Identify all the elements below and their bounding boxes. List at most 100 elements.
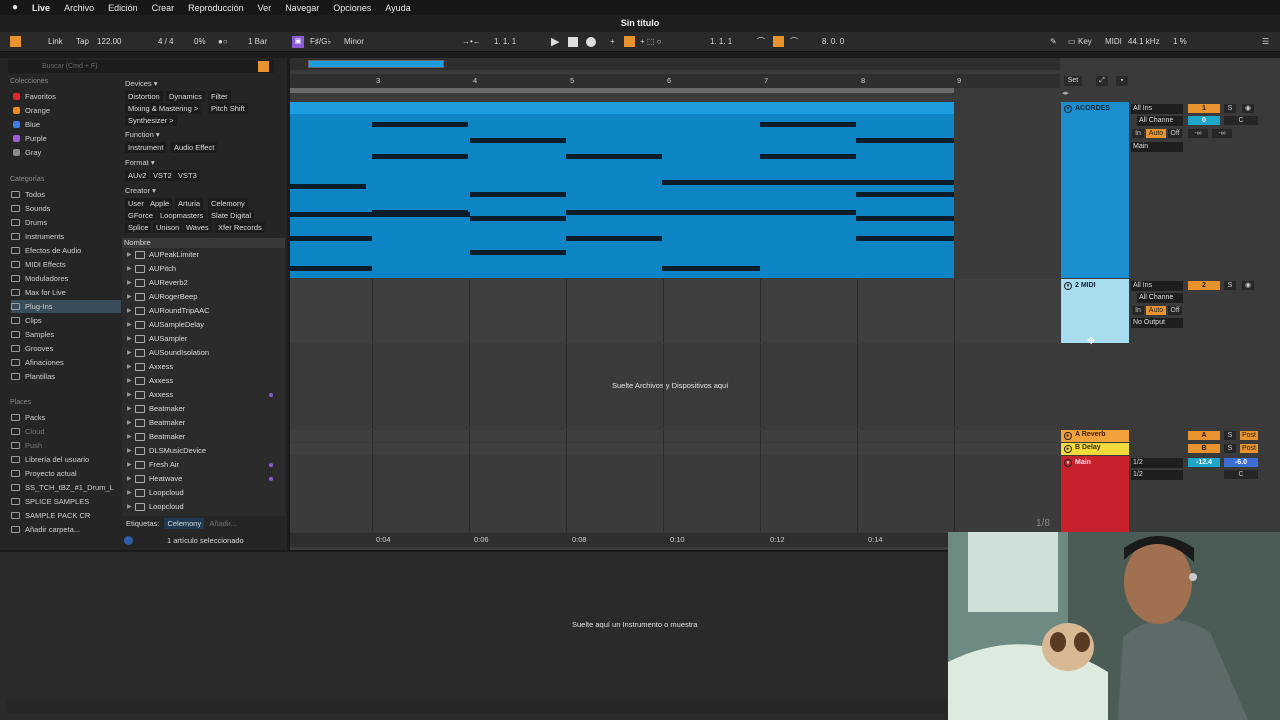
filter-chip[interactable]: Filter (208, 91, 231, 102)
midi-note[interactable] (662, 266, 760, 271)
return-lane-b[interactable] (290, 443, 1060, 455)
list-item[interactable]: ▶ AUSoundIsolation (122, 346, 285, 360)
midi-note[interactable] (760, 210, 856, 215)
filter-chip[interactable]: Dynamics (166, 91, 205, 102)
overview-bar[interactable] (290, 58, 1060, 70)
filter-chip[interactable]: Mixing & Mastering > (125, 103, 202, 114)
filter-icon[interactable] (258, 61, 269, 72)
filter-chip[interactable]: Unison (153, 222, 183, 233)
key-select[interactable]: F♯/G♭ (310, 32, 331, 52)
midi-note[interactable] (566, 210, 760, 215)
expand-arrow-icon[interactable]: ▶ (127, 248, 132, 262)
return-solo-a[interactable]: S (1224, 431, 1236, 440)
filter-chip[interactable]: Arturia (175, 198, 204, 209)
expand-arrow-icon[interactable]: ▶ (127, 304, 132, 318)
list-item[interactable]: ▶ AURoundTripAAC (122, 304, 285, 318)
list-item[interactable]: ▶ Beatmaker (122, 416, 285, 430)
clip-header[interactable] (290, 102, 954, 114)
filter-chip[interactable]: AUv2 (125, 170, 150, 181)
expand-arrow-icon[interactable]: ▶ (127, 388, 132, 402)
place-item[interactable]: Push (11, 439, 121, 452)
devices-heading[interactable]: Devices ▾ (125, 79, 158, 88)
sidebar-item-instruments[interactable]: Instruments (11, 230, 121, 243)
midi-note[interactable] (566, 236, 662, 241)
tempo-field[interactable]: 122.00 (97, 32, 121, 52)
track-activator-2[interactable]: 2 (1188, 281, 1220, 290)
filter-chip[interactable]: Audio Effect (171, 142, 218, 153)
arm-icon[interactable]: ◉ (1242, 104, 1254, 113)
return-post-b[interactable]: Post (1240, 444, 1258, 453)
play-icon[interactable]: ▶ (551, 32, 559, 52)
sidebar-item-moduladores[interactable]: Moduladores (11, 272, 121, 285)
list-item[interactable]: ▶ Beatmaker (122, 430, 285, 444)
expand-arrow-icon[interactable]: ▶ (127, 458, 132, 472)
midi-note[interactable] (760, 122, 856, 127)
list-header-name[interactable]: Nombre (122, 238, 285, 248)
input-type-select[interactable]: All Ins (1131, 281, 1183, 291)
expand-arrow-icon[interactable]: ▶ (127, 318, 132, 332)
main-cue-out-select[interactable]: 1/2 (1131, 458, 1183, 468)
list-item[interactable]: ▶ AURogerBeep (122, 290, 285, 304)
list-item[interactable]: ▶ AUReverb2 (122, 276, 285, 290)
menu-crear[interactable]: Crear (152, 3, 175, 13)
creator-heading[interactable]: Creator ▾ (125, 186, 156, 195)
function-heading[interactable]: Function ▾ (125, 130, 160, 139)
send-a-1[interactable]: -∞ (1188, 129, 1208, 138)
sidebar-item-clips[interactable]: Clips (11, 314, 121, 327)
menu-edicion[interactable]: Edición (108, 3, 138, 13)
midi-map-button[interactable]: MIDI (1105, 32, 1122, 52)
return-name-a[interactable]: A Reverb (1075, 431, 1105, 438)
sidebar-item-midi-effects[interactable]: MIDI Effects (11, 258, 121, 271)
info-icon[interactable] (124, 536, 133, 545)
metronome-percent[interactable]: 0% (194, 32, 206, 52)
volume-field-1[interactable]: 0 (1188, 116, 1220, 125)
loop-length[interactable]: 8. 0. 0 (822, 32, 844, 52)
sidebar-item-grooves[interactable]: Grooves (11, 342, 121, 355)
monitor-off[interactable]: Off (1168, 129, 1182, 138)
return-post-a[interactable]: Post (1240, 431, 1258, 440)
follow-icon[interactable]: →•← (462, 32, 481, 52)
return-name-b[interactable]: B Delay (1075, 444, 1101, 451)
list-item[interactable]: ▶ Loopcloud (122, 500, 285, 514)
fold-icon[interactable]: ▾ (1064, 105, 1072, 113)
fold-icon[interactable]: ▸ (1064, 432, 1072, 440)
metronome-icon[interactable]: ●○ (218, 32, 228, 52)
midi-note[interactable] (856, 236, 954, 241)
place-item[interactable]: SAMPLE PACK CR (11, 509, 121, 522)
loop-start[interactable]: 1. 1. 1 (710, 32, 732, 52)
computer-keyboard-icon[interactable]: ▭ (1068, 32, 1076, 52)
midi-note[interactable] (290, 236, 372, 241)
filter-chip[interactable]: Waves (183, 222, 212, 233)
place-item[interactable]: Librería del usuario (11, 453, 121, 466)
arrangement-position[interactable]: 1. 1. 1 (494, 32, 516, 52)
automation-arm-icon[interactable] (624, 36, 635, 47)
place-item[interactable]: SS_TCH_tBZ_#1_Drum_L (11, 481, 121, 494)
monitor-off[interactable]: Off (1168, 306, 1182, 315)
sidebar-item-plug-ins[interactable]: Plug-Ins (11, 300, 121, 313)
place-item[interactable]: Packs (11, 411, 121, 424)
midi-note[interactable] (760, 154, 856, 159)
filter-chip[interactable]: VST3 (175, 170, 200, 181)
expand-arrow-icon[interactable]: ▶ (127, 360, 132, 374)
filter-chip[interactable]: Xfer Records (215, 222, 265, 233)
midi-note[interactable] (372, 122, 468, 127)
midi-note[interactable] (470, 250, 566, 255)
expand-arrow-icon[interactable]: ▶ (127, 402, 132, 416)
menu-reproduccion[interactable]: Reproducción (188, 3, 244, 13)
return-solo-b[interactable]: S (1224, 444, 1236, 453)
midi-note[interactable] (372, 210, 468, 215)
track-header-acordes[interactable]: ▾ ACORDES (1061, 102, 1129, 278)
solo-button-2[interactable]: S (1224, 281, 1236, 290)
midi-note[interactable] (662, 180, 760, 185)
time-signature[interactable]: 4 / 4 (158, 32, 174, 52)
filter-chip[interactable]: GForce (125, 210, 157, 221)
main-master-out-select[interactable]: 1/2 (1131, 470, 1183, 480)
tap-button[interactable]: Tap (76, 32, 89, 52)
monitor-auto[interactable]: Auto (1146, 129, 1166, 138)
main-track-header[interactable]: ▾ Main (1061, 456, 1129, 532)
output-select[interactable]: No Output (1131, 318, 1183, 328)
list-item[interactable]: ▶ Axxess (122, 388, 285, 402)
sidebar-item-drums[interactable]: Drums (11, 216, 121, 229)
monitor-in[interactable]: In (1132, 306, 1144, 315)
overdub-icon[interactable]: + (610, 32, 615, 52)
